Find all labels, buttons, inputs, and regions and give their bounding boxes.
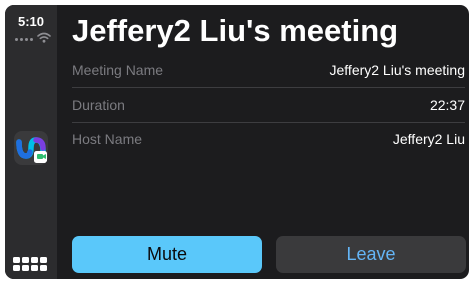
wifi-icon	[37, 32, 51, 43]
carplay-screen: 5:10 Jeffery2 Liu's meeting Meeting Name…	[5, 5, 469, 279]
webex-app-icon[interactable]	[14, 131, 48, 165]
host-name-value: Jeffery2 Liu	[392, 131, 465, 147]
status-time: 5:10	[17, 14, 45, 29]
cellular-signal-icon	[15, 38, 33, 41]
meeting-name-value: Jeffery2 Liu's meeting	[329, 62, 466, 78]
leave-button[interactable]: Leave	[276, 236, 466, 273]
host-name-row: Host Name Jeffery2 Liu	[72, 122, 465, 156]
duration-row: Duration 22:37	[72, 88, 465, 123]
app-grid-icon[interactable]	[13, 257, 47, 271]
carplay-sidebar: 5:10	[5, 5, 57, 279]
meeting-name-label: Meeting Name	[72, 62, 164, 78]
meeting-title: Jeffery2 Liu's meeting	[72, 13, 399, 48]
duration-value: 22:37	[429, 97, 465, 113]
duration-label: Duration	[72, 97, 125, 113]
mute-button[interactable]: Mute	[72, 236, 262, 273]
meeting-content: Jeffery2 Liu's meeting Meeting Name Jeff…	[67, 5, 466, 279]
host-name-label: Host Name	[72, 131, 143, 147]
meeting-name-row: Meeting Name Jeffery2 Liu's meeting	[72, 53, 465, 88]
